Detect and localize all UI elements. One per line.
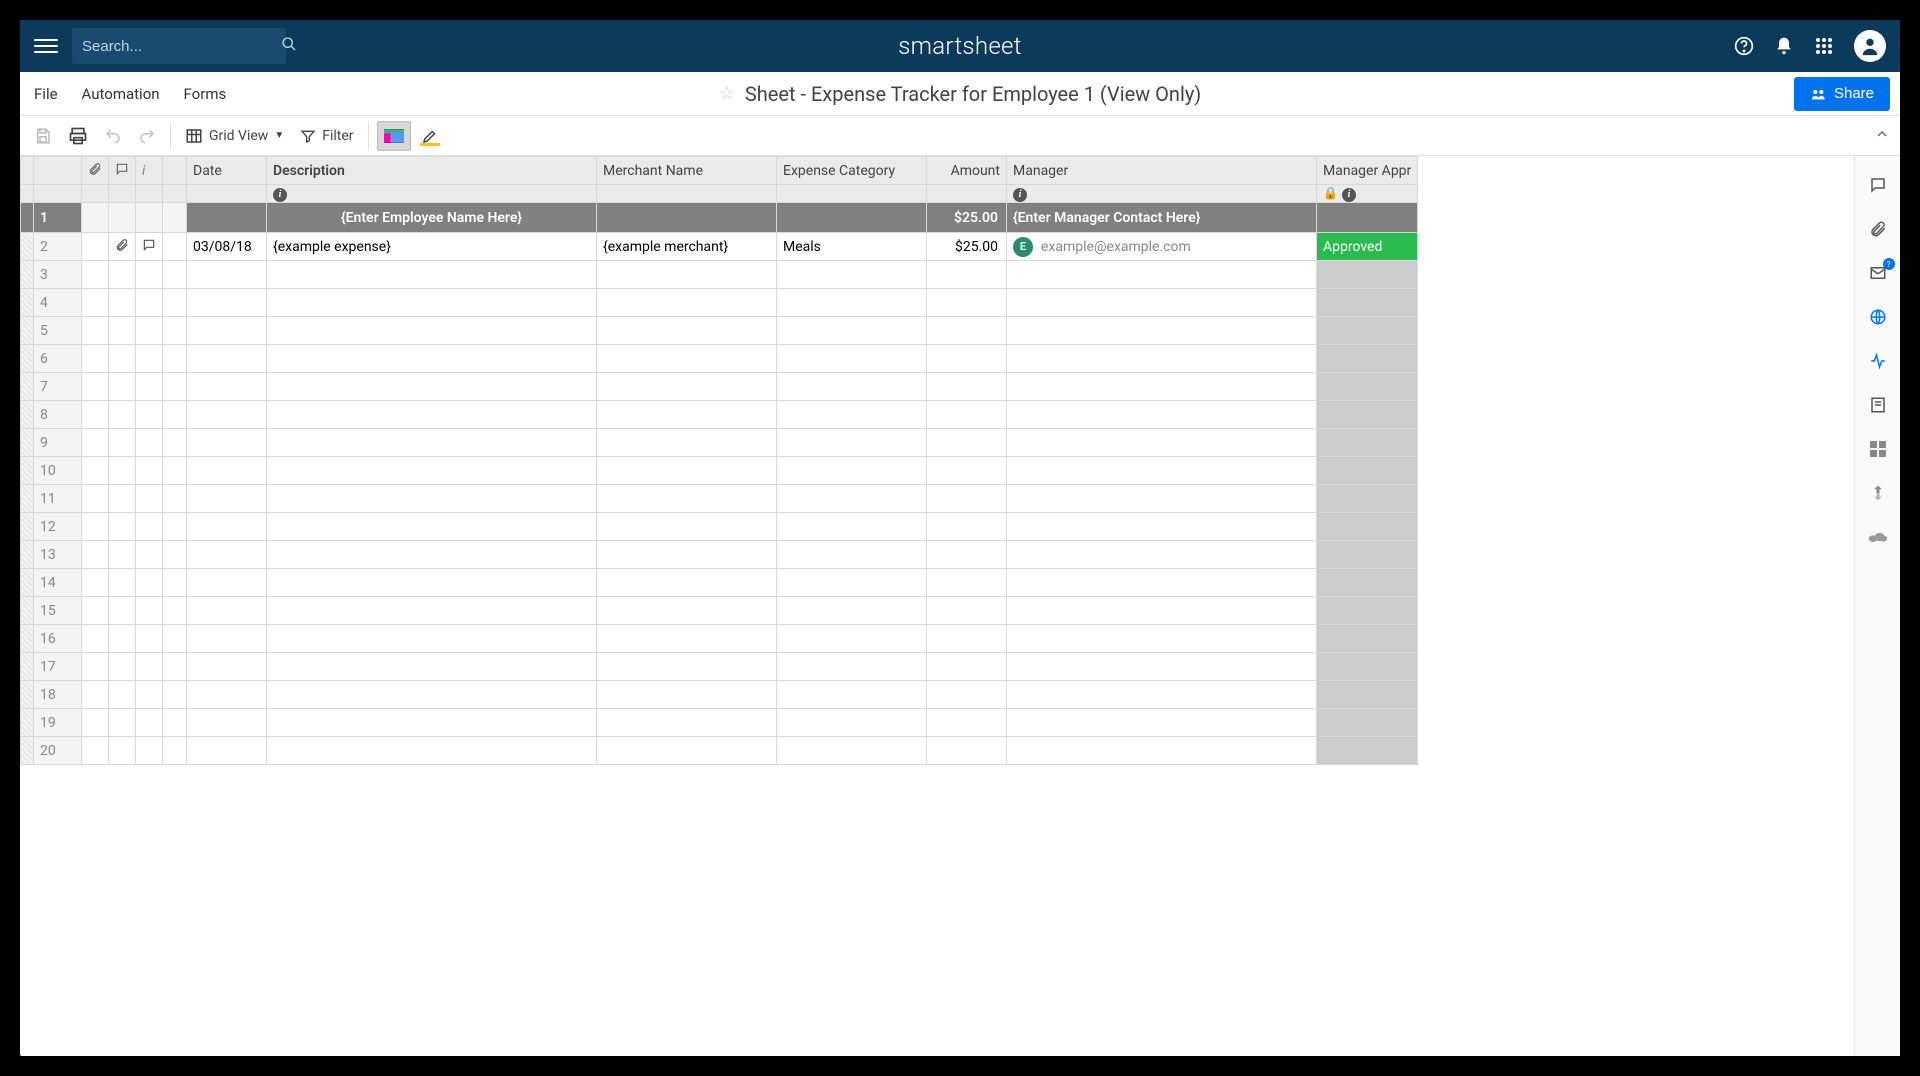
sheet-title-text: Sheet - Expense Tracker for Employee 1 (… xyxy=(745,82,1201,106)
search-icon[interactable] xyxy=(281,36,297,56)
summary-icon[interactable] xyxy=(1867,394,1889,416)
topbar: smartsheet xyxy=(20,20,1900,72)
table-row[interactable]: 17 xyxy=(21,653,1418,681)
column-info-row: i i 🔒 i xyxy=(21,185,1418,203)
notifications-icon[interactable] xyxy=(1774,36,1794,56)
search-box[interactable] xyxy=(72,28,286,64)
highlight-icon[interactable] xyxy=(415,121,445,151)
table-row[interactable]: 15 xyxy=(21,597,1418,625)
table-row[interactable]: 19 xyxy=(21,709,1418,737)
col-amount[interactable]: Amount xyxy=(927,157,1007,185)
filter-button[interactable]: Filter xyxy=(294,121,359,151)
menubar: File Automation Forms ☆ Sheet - Expense … xyxy=(20,72,1900,116)
table-row[interactable]: 1{Enter Employee Name Here}$25.00{Enter … xyxy=(21,203,1418,233)
table-row[interactable]: 10 xyxy=(21,457,1418,485)
brand-logo: smartsheet xyxy=(898,32,1022,60)
col-merchant[interactable]: Merchant Name xyxy=(597,157,777,185)
lock-icon: 🔒 xyxy=(1323,186,1338,200)
salesforce-icon[interactable] xyxy=(1867,526,1889,548)
col-approval[interactable]: Manager Appr xyxy=(1317,157,1418,185)
table-row[interactable]: 11 xyxy=(21,485,1418,513)
col-manager[interactable]: Manager xyxy=(1007,157,1317,185)
share-button[interactable]: Share xyxy=(1794,77,1890,111)
info-icon[interactable]: i xyxy=(273,188,287,202)
comments-column-icon[interactable] xyxy=(109,157,136,185)
favorite-star-icon[interactable]: ☆ xyxy=(719,83,735,104)
right-rail: ? xyxy=(1854,156,1900,1056)
info-icon[interactable]: i xyxy=(1013,188,1027,202)
table-row[interactable]: 18 xyxy=(21,681,1418,709)
row-action-column-icon[interactable]: i xyxy=(136,157,163,185)
table-row[interactable]: 13 xyxy=(21,541,1418,569)
table-row[interactable]: 203/08/18{example expense}{example merch… xyxy=(21,233,1418,261)
table-row[interactable]: 7 xyxy=(21,373,1418,401)
view-switcher[interactable]: Grid View ▼ xyxy=(179,121,290,151)
table-row[interactable]: 3 xyxy=(21,261,1418,289)
apps-icon[interactable] xyxy=(1814,36,1834,56)
conversations-icon[interactable] xyxy=(1867,174,1889,196)
update-requests-icon[interactable]: ? xyxy=(1867,262,1889,284)
filter-button-label: Filter xyxy=(322,128,353,144)
table-row[interactable]: 14 xyxy=(21,569,1418,597)
table-row[interactable]: 9 xyxy=(21,429,1418,457)
menu-automation[interactable]: Automation xyxy=(82,85,160,103)
col-category[interactable]: Expense Category xyxy=(777,157,927,185)
col-date[interactable]: Date xyxy=(187,157,267,185)
brandfolder-icon[interactable] xyxy=(1867,438,1889,460)
column-header-row: i Date Description Merchant Name Expense… xyxy=(21,157,1418,185)
redo-icon[interactable] xyxy=(132,121,162,151)
menu-forms[interactable]: Forms xyxy=(184,85,227,103)
activity-log-icon[interactable] xyxy=(1867,350,1889,372)
search-input[interactable] xyxy=(82,38,281,55)
table-row[interactable]: 12 xyxy=(21,513,1418,541)
spreadsheet-grid[interactable]: i Date Description Merchant Name Expense… xyxy=(20,156,1854,1056)
table-row[interactable]: 20 xyxy=(21,737,1418,765)
save-icon[interactable] xyxy=(28,121,58,151)
jira-icon[interactable] xyxy=(1867,482,1889,504)
menu-toggle-icon[interactable] xyxy=(34,34,58,58)
attachments-column-icon[interactable] xyxy=(82,157,109,185)
col-description[interactable]: Description xyxy=(267,157,597,185)
attachments-icon[interactable] xyxy=(1867,218,1889,240)
publish-icon[interactable] xyxy=(1867,306,1889,328)
table-row[interactable]: 6 xyxy=(21,345,1418,373)
table-row[interactable]: 5 xyxy=(21,317,1418,345)
view-switcher-label: Grid View xyxy=(209,128,268,144)
undo-icon[interactable] xyxy=(98,121,128,151)
table-row[interactable]: 16 xyxy=(21,625,1418,653)
conditional-format-icon[interactable] xyxy=(377,121,411,151)
info-icon[interactable]: i xyxy=(1342,188,1356,202)
print-icon[interactable] xyxy=(62,121,94,151)
row-comment-icon[interactable] xyxy=(136,233,163,261)
table-row[interactable]: 8 xyxy=(21,401,1418,429)
toolbar: Grid View ▼ Filter xyxy=(20,116,1900,156)
row-attachment-icon[interactable] xyxy=(109,233,136,261)
user-avatar[interactable] xyxy=(1854,30,1886,62)
menu-file[interactable]: File xyxy=(34,85,58,103)
sheet-title: ☆ Sheet - Expense Tracker for Employee 1… xyxy=(719,82,1202,106)
help-icon[interactable] xyxy=(1734,36,1754,56)
share-button-label: Share xyxy=(1834,85,1874,102)
expand-toolbar-icon[interactable] xyxy=(1874,126,1890,146)
table-row[interactable]: 4 xyxy=(21,289,1418,317)
